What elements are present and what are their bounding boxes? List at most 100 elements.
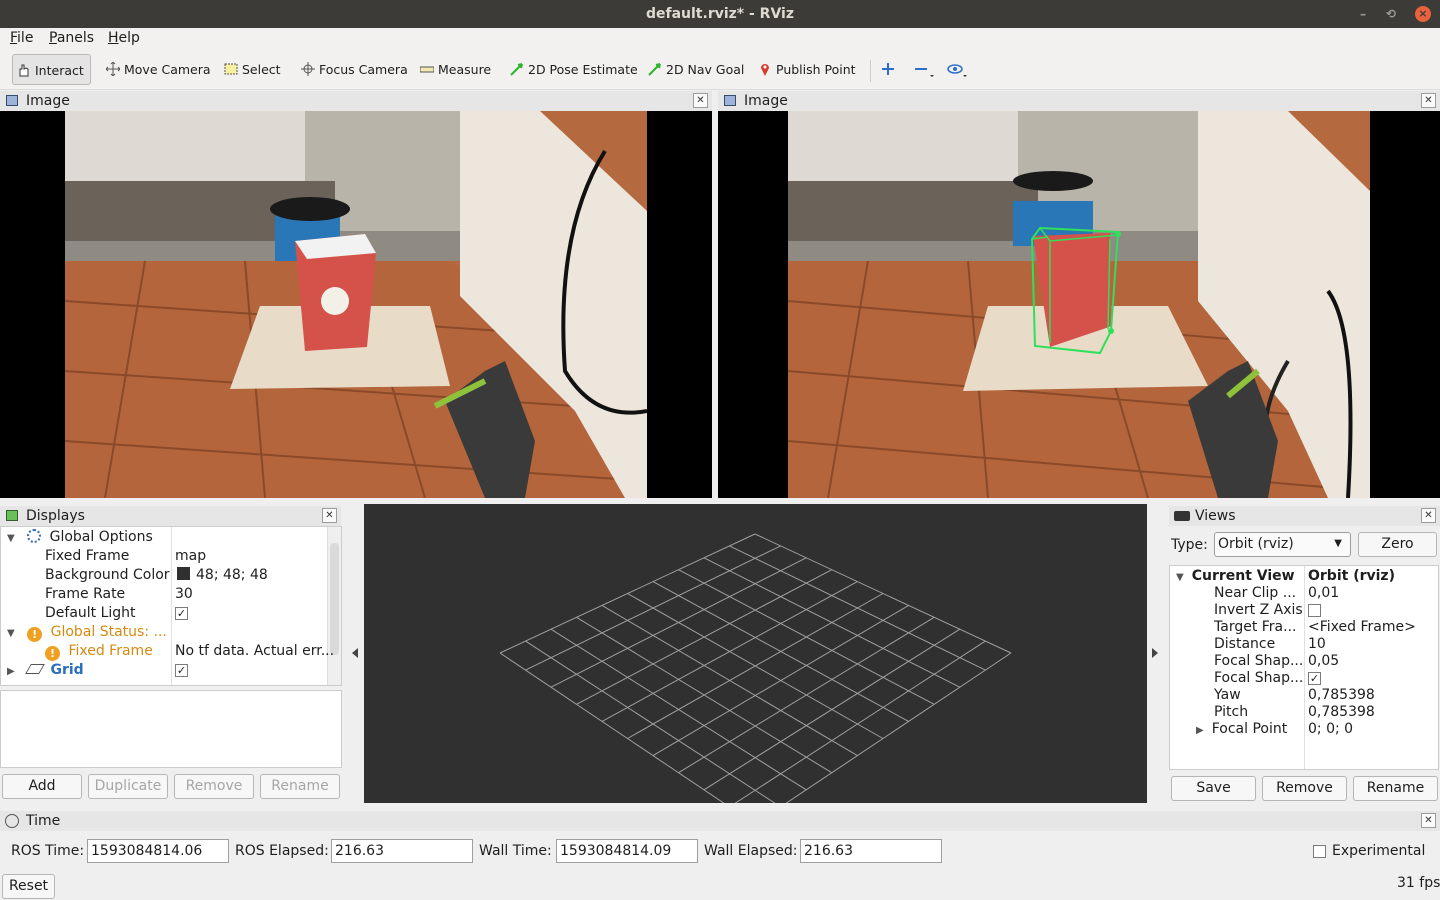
remove-tool-minus-icon[interactable] <box>914 62 936 80</box>
2d-nav-goal-tool-button[interactable]: 2D Nav Goal <box>644 54 744 85</box>
grid-line <box>734 640 986 803</box>
hand-icon <box>19 64 29 77</box>
grid-line <box>499 652 725 803</box>
warning-icon: ! <box>45 646 60 661</box>
tree-label: Target Fra... <box>1214 619 1297 635</box>
clock-icon <box>5 814 19 828</box>
wall-elapsed-field[interactable]: 216.63 <box>800 839 942 863</box>
tree-value: No tf data. Actual err... <box>175 643 335 659</box>
tree-row-grid[interactable]: ▶ Grid <box>7 661 84 680</box>
publish-point-tool-button[interactable]: Publish Point <box>754 54 856 85</box>
green-arrow-icon <box>648 63 661 76</box>
image-icon <box>724 95 736 106</box>
wall-time-label: Wall Time: <box>479 843 552 859</box>
grid-line <box>785 652 1012 803</box>
toolbar-separator <box>870 60 871 82</box>
tree-row-fixed-frame-status[interactable]: ! Fixed Frame <box>45 642 153 661</box>
focus-camera-tool-button[interactable]: Focus Camera <box>297 54 408 85</box>
tree-value-fixed-frame-status[interactable]: No tf data. Actual err... <box>175 642 334 661</box>
grid-line <box>576 616 833 774</box>
ros-time-field[interactable]: 1593084814.06 <box>87 839 229 863</box>
selection-rect-icon <box>224 63 238 75</box>
tree-value-fixed-frame[interactable]: map <box>175 547 206 566</box>
tree-row-fixed-frame[interactable]: Fixed Frame <box>45 547 129 566</box>
maximize-button[interactable]: ⟲ <box>1386 0 1396 28</box>
camera-image-view-right[interactable] <box>718 111 1440 498</box>
checkbox-mark: ✓ <box>175 606 188 620</box>
grid-display <box>499 533 1012 803</box>
menu-help[interactable]: Help <box>108 30 140 46</box>
fps-counter: 31 fps <box>1397 875 1440 891</box>
zero-view-button[interactable]: Zero <box>1358 532 1437 557</box>
grid-line <box>678 616 935 774</box>
view-type-select[interactable]: Orbit (rviz) ▼ <box>1214 532 1351 557</box>
add-tool-plus-icon[interactable] <box>881 62 895 76</box>
grid-enabled-checkbox[interactable]: ✓ <box>175 661 188 680</box>
tree-label: Distance <box>1214 636 1276 652</box>
camera-image-view-left[interactable] <box>0 111 712 498</box>
remove-view-button[interactable]: Remove <box>1262 776 1347 801</box>
close-window-button[interactable]: × <box>1415 6 1431 22</box>
window-titlebar: default.rviz* - RViz – ⟲ × <box>0 0 1440 28</box>
collapse-left-arrow-icon[interactable] <box>352 648 358 658</box>
rename-view-button[interactable]: Rename <box>1353 776 1438 801</box>
close-panel-button[interactable]: ✕ <box>693 93 708 108</box>
tree-value-focal-point[interactable]: 0; 0; 0 <box>1308 720 1353 739</box>
reset-button[interactable]: Reset <box>2 874 55 899</box>
tree-label: Default Light <box>45 605 136 621</box>
minimize-button[interactable]: – <box>1360 0 1366 28</box>
publish-point-label: Publish Point <box>776 62 856 77</box>
measure-tool-button[interactable]: Measure <box>416 54 491 85</box>
interact-tool-button[interactable]: Interact <box>12 54 91 85</box>
add-display-button[interactable]: Add <box>2 774 82 799</box>
menu-file[interactable]: File <box>10 30 33 46</box>
tree-label: Focal Point <box>1211 721 1288 737</box>
default-light-checkbox[interactable]: ✓ <box>175 604 188 623</box>
tree-row-global-status[interactable]: ▼ ! Global Status: ... <box>7 623 167 642</box>
ruler-icon <box>420 66 434 73</box>
2d-pose-estimate-tool-button[interactable]: 2D Pose Estimate <box>506 54 638 85</box>
render-3d-viewport[interactable] <box>364 504 1147 803</box>
view-properties-tree[interactable]: ▼ Current View Orbit (rviz) Near Clip ...… <box>1169 565 1439 770</box>
tree-value: 0,785398 <box>1308 687 1375 703</box>
tree-row-background-color[interactable]: Background Color <box>45 566 170 585</box>
scrollbar-thumb[interactable] <box>330 543 339 655</box>
views-title: Views <box>1195 508 1236 524</box>
tree-row-default-light[interactable]: Default Light <box>45 604 136 623</box>
tree-row-frame-rate[interactable]: Frame Rate <box>45 585 125 604</box>
measure-label: Measure <box>438 62 492 77</box>
tree-row-focal-point[interactable]: ▶ Focal Point <box>1196 720 1287 739</box>
save-view-button[interactable]: Save <box>1171 776 1256 801</box>
tree-row-global-options[interactable]: ▼ Global Options <box>7 528 153 547</box>
close-panel-button[interactable]: ✕ <box>1421 93 1436 108</box>
green-arrow-icon <box>510 63 523 76</box>
tree-value: <Fixed Frame> <box>1308 619 1416 635</box>
grid-line <box>601 604 858 757</box>
tree-value-background-color[interactable]: 48; 48; 48 <box>177 566 268 585</box>
select-tool-button[interactable]: Select <box>220 54 281 85</box>
display-description-box <box>0 690 342 768</box>
duplicate-display-button[interactable]: Duplicate <box>88 774 168 799</box>
remove-display-button[interactable]: Remove <box>174 774 254 799</box>
tree-value: 0,05 <box>1308 653 1340 669</box>
displays-tree[interactable]: ▼ Global Options Fixed Frame map Backgro… <box>0 526 342 686</box>
menu-panels[interactable]: Panels <box>49 30 94 46</box>
close-panel-button[interactable]: ✕ <box>1421 508 1436 523</box>
tree-label: Pitch <box>1214 704 1249 720</box>
ros-elapsed-field[interactable]: 216.63 <box>331 839 473 863</box>
tree-value: 0,785398 <box>1308 704 1375 720</box>
eye-icon[interactable] <box>946 62 970 80</box>
wall-time-field[interactable]: 1593084814.09 <box>556 839 698 863</box>
move-camera-tool-button[interactable]: Move Camera <box>102 54 211 85</box>
close-panel-button[interactable]: ✕ <box>1421 813 1436 828</box>
tree-label: Fixed Frame <box>68 643 153 659</box>
tree-value: Orbit (rviz) <box>1308 568 1395 584</box>
rename-display-button[interactable]: Rename <box>260 774 340 799</box>
experimental-label: Experimental <box>1332 843 1426 859</box>
displays-scrollbar[interactable] <box>327 527 341 685</box>
experimental-checkbox[interactable] <box>1313 845 1326 858</box>
pose-estimate-label: 2D Pose Estimate <box>528 62 638 77</box>
collapse-right-arrow-icon[interactable] <box>1152 648 1158 658</box>
tree-value-frame-rate[interactable]: 30 <box>175 585 193 604</box>
close-panel-button[interactable]: ✕ <box>322 508 337 523</box>
